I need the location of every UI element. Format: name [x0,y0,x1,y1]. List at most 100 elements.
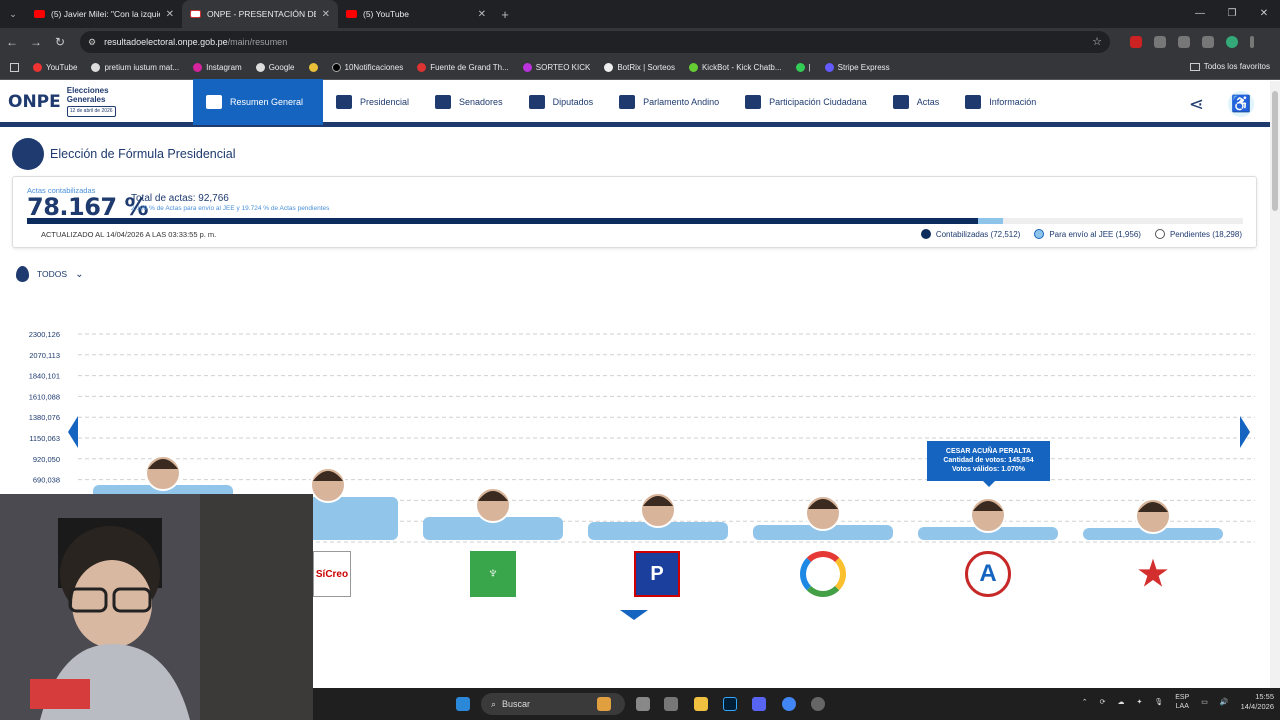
bookmark-item[interactable]: Fuente de Grand Th... [417,63,509,72]
bookmark-item[interactable]: 10Notificaciones [331,63,403,72]
selected-candidate-indicator [620,610,648,620]
taskbar-clock[interactable]: 15:55 14/4/2026 [1241,692,1274,712]
onpe-logo[interactable]: ONPE Elecciones Generales 12 de abril de 2… [0,79,193,125]
media-icon[interactable] [1202,36,1214,48]
chart-prev-arrow[interactable] [68,416,78,448]
app-icon[interactable] [664,697,678,711]
extension-icon[interactable] [1130,36,1142,48]
y-tick-label: 2070,113 [29,351,60,360]
reload-icon[interactable]: ↻ [48,35,72,49]
network-icon[interactable]: ▭ [1201,698,1208,706]
puzzle-icon[interactable] [1178,36,1190,48]
stripe-icon [824,63,834,72]
bookmark-item[interactable]: YouTube [33,63,77,72]
nav-senadores[interactable]: Senadores [422,79,516,125]
photoshop-icon[interactable] [723,697,737,711]
kickbot-icon [688,63,698,72]
bookmark-item[interactable]: pretium iustum mat... [91,63,179,72]
windows-taskbar: ⌕ Buscar ⌃ ⟳ ☁ ✦ 🎙 ESP LAA ▭ 🔊 15:55 14/4/… [313,688,1280,720]
party-logo-apra[interactable]: ★ [1130,551,1176,597]
all-bookmarks-button[interactable]: Todos los favoritos [1189,62,1270,71]
task-view-icon[interactable] [636,697,650,711]
new-tab-button[interactable]: + [494,7,516,22]
forward-icon[interactable]: → [24,35,48,49]
bookmark-item[interactable]: Google [255,63,295,72]
close-tab-icon[interactable]: ✕ [322,9,330,20]
close-window-icon[interactable]: ✕ [1248,0,1280,28]
bookmark-star-icon[interactable]: ☆ [1092,35,1102,48]
back-icon[interactable]: ← [0,35,24,49]
youtube-icon [33,63,42,72]
chevron-up-icon[interactable]: ⌃ [1082,698,1088,706]
instagram-icon [193,63,203,72]
party-logo-podemos[interactable]: P [634,551,680,597]
browser-tab[interactable]: (5) Javier Milei: "Con la izquierda ✕ [26,0,182,28]
y-tick-label: 2300,126 [29,330,60,339]
nav-informacion[interactable]: Información [952,79,1049,125]
site-info-icon[interactable]: ⚙ [88,37,96,48]
system-tray: ⌃ ⟳ ☁ ✦ 🎙 ESP LAA ▭ 🔊 15:55 14/4/2026 [1082,692,1274,712]
bookmark-item[interactable] [308,63,318,72]
legend-swatch [1154,229,1165,239]
party-logo-c[interactable] [800,551,846,597]
profile-avatar[interactable] [1226,36,1238,48]
restore-icon[interactable]: ❐ [1216,0,1248,28]
presidential-seal-icon [336,94,352,109]
page-scrollbar[interactable] [1270,81,1280,688]
apps-icon[interactable] [10,63,19,72]
senate-icon [435,94,452,109]
bookmark-item[interactable]: SORTEO KICK [522,63,590,72]
minimize-icon[interactable]: — [1184,0,1216,28]
chrome-icon[interactable] [782,697,796,711]
actas-progress-card: Actas contabilizadas 78.167 % Total de a… [12,176,1257,248]
windows-start-icon[interactable] [456,697,470,711]
tray-icon[interactable]: ✦ [1137,698,1143,706]
party-logo-sicreo[interactable]: SíCreo [313,551,351,597]
close-tab-icon[interactable]: ✕ [166,9,174,20]
bookmark-item[interactable]: | [795,63,811,72]
legend-item: Contabilizadas (72,512) [920,229,1020,239]
widgets-icon[interactable] [597,697,611,711]
tab-search-icon[interactable]: ⌄ [0,0,26,28]
browser-tab-active[interactable]: ONPE - PRESENTACIÓN DE RESULTADOS ✕ [182,0,338,28]
browser-tab[interactable]: (5) YouTube ✕ [338,0,494,28]
nav-actas[interactable]: Actas [880,79,953,125]
bookmark-item[interactable]: KickBot - Kick Chatb... [688,63,782,72]
microphone-icon[interactable]: 🎙 [1154,698,1163,706]
bookmark-item[interactable]: BotRix | Sorteos [604,63,675,72]
close-tab-icon[interactable]: ✕ [478,9,486,20]
google-icon [91,63,101,72]
dashboard-icon [206,94,222,109]
star-icon [308,63,318,72]
region-filter[interactable]: TODOS ⌄ [16,266,83,282]
nav-participacion-ciudadana[interactable]: Participación Ciudadana [732,79,880,125]
accessibility-icon[interactable]: ♿ [1228,91,1254,117]
peru-coat-of-arms-icon [12,138,44,170]
file-explorer-icon[interactable] [694,697,708,711]
legend-swatch [1034,229,1045,239]
discord-icon[interactable] [752,697,766,711]
share-icon[interactable]: ⋖ [1189,94,1204,115]
bookmark-item[interactable]: Instagram [193,63,242,72]
menu-icon[interactable] [1250,36,1254,48]
nav-diputados[interactable]: Diputados [516,79,607,125]
scrollbar-thumb[interactable] [1272,91,1278,211]
chart-next-arrow[interactable] [1240,416,1250,448]
party-logo-app[interactable]: A [965,551,1011,597]
bookmark-item[interactable]: Stripe Express [824,63,890,72]
progress-jee [977,218,1004,224]
tray-icon[interactable]: ⟳ [1100,698,1106,706]
nav-presidencial[interactable]: Presidencial [323,79,422,125]
nav-parlamento-andino[interactable]: Parlamento Andino [606,79,732,125]
y-tick-label: 1150,063 [29,434,60,443]
volume-icon[interactable]: 🔊 [1220,698,1229,706]
actas-progress-bar [27,218,1243,224]
language-indicator[interactable]: ESP LAA [1175,693,1189,711]
extension-icon[interactable] [1154,36,1166,48]
total-actas: Total de actas: 92,766 [131,193,229,204]
url-field[interactable]: ⚙ resultadoelectoral.onpe.gob.pe/main/re… [80,31,1110,53]
app-icon[interactable] [811,697,825,711]
tray-icon[interactable]: ☁ [1118,698,1125,706]
nav-resumen-general[interactable]: Resumen General [193,78,323,125]
party-logo-broom[interactable]: ♆ [470,551,516,597]
